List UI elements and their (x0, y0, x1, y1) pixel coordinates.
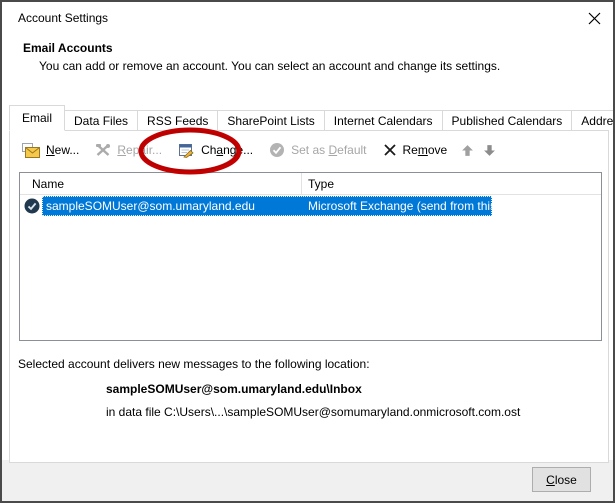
remove-button[interactable]: Remove (375, 138, 456, 162)
section-description: You can add or remove an account. You ca… (39, 59, 500, 73)
new-button[interactable]: New... (14, 138, 87, 162)
close-button-label: Close (546, 473, 577, 487)
tab-strip: Email Data Files RSS Feeds SharePoint Li… (9, 105, 615, 131)
repair-tools-icon (95, 143, 111, 157)
delivery-location-label: Selected account delivers new messages t… (18, 357, 370, 371)
check-circle-icon (269, 142, 285, 158)
accounts-list-header: Name Type (20, 173, 601, 195)
accounts-list: Name Type sampleSOMUser@som.umaryland.ed… (19, 172, 602, 341)
tab-internet-calendars[interactable]: Internet Calendars (324, 110, 443, 131)
email-tab-page: New... Repair... (9, 130, 609, 463)
close-button[interactable]: Close (532, 467, 591, 492)
column-divider[interactable] (301, 173, 302, 195)
tab-email[interactable]: Email (9, 105, 65, 131)
default-account-check-icon (24, 198, 40, 217)
set-as-default-button-label: Set as Default (291, 143, 366, 157)
move-up-icon[interactable] (461, 144, 474, 157)
section-title: Email Accounts (23, 41, 113, 55)
column-header-name[interactable]: Name (32, 177, 64, 191)
tab-rss-feeds[interactable]: RSS Feeds (137, 110, 218, 131)
move-down-icon[interactable] (483, 144, 496, 157)
change-button-label: Change... (201, 143, 253, 157)
set-as-default-button[interactable]: Set as Default (261, 138, 374, 162)
tab-data-files[interactable]: Data Files (64, 110, 138, 131)
remove-x-icon (383, 143, 397, 157)
tab-sharepoint-lists[interactable]: SharePoint Lists (217, 110, 324, 131)
change-button[interactable]: Change... (170, 138, 261, 162)
selected-account-highlight: sampleSOMUser@som.umaryland.edu Microsof… (42, 196, 492, 216)
account-type: Microsoft Exchange (send from this accou… (308, 199, 492, 213)
remove-button-label: Remove (403, 143, 448, 157)
reorder-arrows (461, 144, 496, 157)
accounts-toolbar: New... Repair... (14, 137, 496, 163)
window-close-button[interactable] (579, 4, 609, 32)
new-envelope-icon (22, 143, 40, 158)
dialog-footer: Close (2, 460, 613, 501)
data-file-path: in data file C:\Users\...\sampleSOMUser@… (106, 405, 520, 419)
tab-published-calendars[interactable]: Published Calendars (442, 110, 573, 131)
delivery-inbox-path: sampleSOMUser@som.umaryland.edu\Inbox (106, 382, 362, 396)
column-header-type[interactable]: Type (308, 177, 334, 191)
close-icon (588, 12, 601, 25)
account-row[interactable]: sampleSOMUser@som.umaryland.edu Microsof… (20, 196, 601, 217)
repair-button-label: Repair... (117, 143, 162, 157)
account-name: sampleSOMUser@som.umaryland.edu (46, 199, 255, 213)
repair-button[interactable]: Repair... (87, 138, 170, 162)
account-settings-dialog: Account Settings Email Accounts You can … (0, 0, 615, 503)
new-button-label: New... (46, 143, 79, 157)
window-title: Account Settings (18, 11, 108, 25)
change-form-icon (178, 143, 195, 158)
tab-address-books[interactable]: Address Books (571, 110, 615, 131)
